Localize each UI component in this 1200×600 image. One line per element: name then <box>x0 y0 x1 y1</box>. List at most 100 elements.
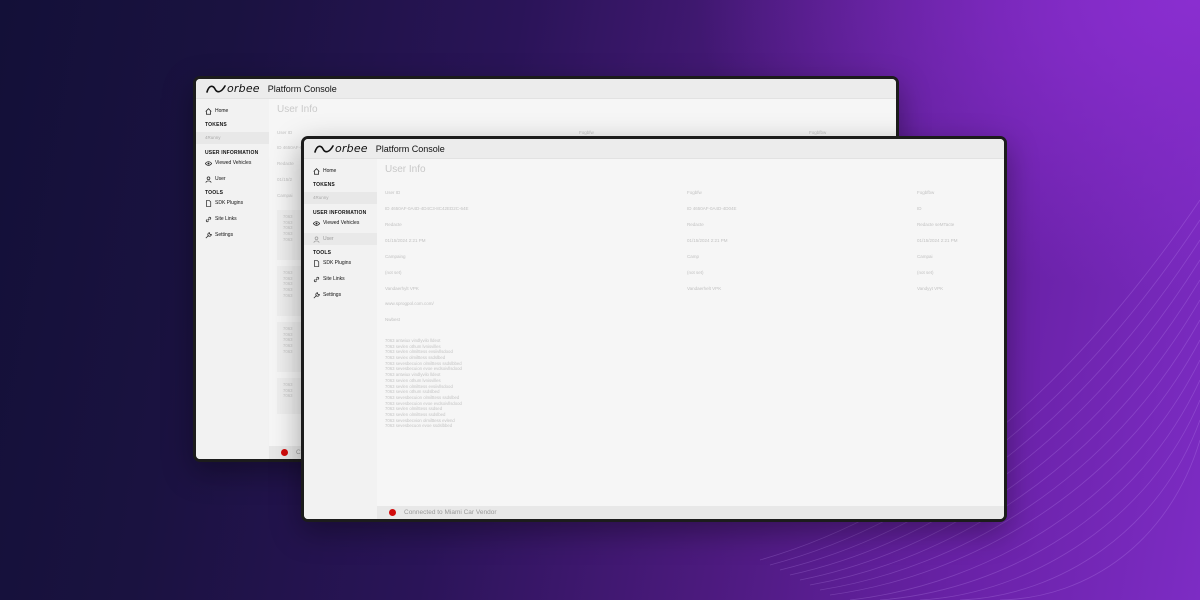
sidebar-item-label: Viewed Vehicles <box>215 160 252 166</box>
user-information-heading: USER INFORMATION <box>313 210 367 216</box>
wrench-icon <box>205 231 212 239</box>
sidebar-item-user[interactable]: User <box>304 233 377 245</box>
eye-icon <box>313 220 320 227</box>
sidebar-item-label: Home <box>323 168 337 174</box>
table-cell: 01/15/2024 2:21 PM <box>385 237 426 243</box>
user-information-heading: USER INFORMATION <box>205 150 259 156</box>
link-icon <box>313 276 320 283</box>
table-cell: 01/15/2024 2:21 PM <box>917 237 958 243</box>
table-row: User ID Fogbfw Fogbfbw <box>385 184 996 200</box>
table-row: 01/15/2024 2:21 PM 01/15/2024 2:21 PM 01… <box>385 232 996 248</box>
table-cell: ID <box>917 205 922 211</box>
orbee-logo: orbee <box>206 82 260 95</box>
orbee-logo: orbee <box>314 142 368 155</box>
table-row: Redacte Redacte Redacte seMTacte <box>385 216 996 232</box>
titlebar: orbee Platform Console <box>196 79 896 99</box>
table-cell: ID 4650AF-0A4D-4D04E <box>687 205 737 211</box>
page-title: User Info <box>385 164 426 175</box>
sidebar-item-site-links[interactable]: Site Links <box>304 273 377 285</box>
table-cell: Campai <box>917 253 933 259</box>
home-icon <box>313 167 320 175</box>
sidebar-item-home[interactable]: Home <box>304 165 377 177</box>
table-row: Vandaerhylt VPK Vandaerhelt VPK Vandyyt … <box>385 280 996 296</box>
sidebar-item-label: Settings <box>215 232 234 238</box>
link-icon <box>205 216 212 223</box>
log-line: 7063 sevesbecuon evoe ssdslbbed <box>385 423 453 429</box>
logo-text: orbee <box>335 142 368 155</box>
table-cell: 01/15/2024 2:21 PM <box>687 237 728 243</box>
status-text: C <box>296 449 301 456</box>
table-row: ID 4650AF-0A4D-4D4C3-8C42ED2C-64E ID 465… <box>385 200 996 216</box>
table-cell: (not set) <box>687 269 704 275</box>
table-cell: Redacte <box>385 221 402 227</box>
eye-icon <box>205 160 212 167</box>
token-item[interactable]: 4Runny <box>304 192 377 204</box>
wave-logo-icon <box>314 144 334 153</box>
sidebar-item-label: SDK Plugins <box>215 200 244 206</box>
table-cell: Vandaerhelt VPK <box>687 285 722 291</box>
header-cell: Fogbfw <box>579 129 594 135</box>
table-cell: Campaing <box>385 253 406 259</box>
titlebar: orbee Platform Console <box>304 139 1004 159</box>
sidebar-item-label: Home <box>215 108 229 114</box>
table-cell: Redacte <box>687 221 704 227</box>
status-text: Connected to Miami Car Vendor <box>404 509 497 516</box>
tokens-heading: TOKENS <box>313 182 335 188</box>
event-log: 7063 antwiux vindlyvilo lldeot 7063 sevl… <box>385 338 996 429</box>
sidebar-item-label: User <box>323 236 334 242</box>
connection-status-dot <box>389 509 396 516</box>
table-cell: (not set) <box>385 269 402 275</box>
tokens-heading: TOKENS <box>205 122 227 128</box>
document-icon <box>205 199 212 207</box>
sidebar: Home TOKENS 4Runny USER INFORMATION View… <box>196 99 269 459</box>
sidebar-item-viewed-vehicles[interactable]: Viewed Vehicles <box>304 217 377 229</box>
sidebar-item-settings[interactable]: Settings <box>304 289 377 301</box>
header-cell: Fogbfbw <box>809 129 827 135</box>
sidebar-item-user[interactable]: User <box>196 173 269 185</box>
sidebar: Home TOKENS 4Runny USER INFORMATION View… <box>304 159 377 519</box>
sidebar-item-label: Site Links <box>323 276 345 282</box>
table-cell: Fogbfbw <box>917 189 935 195</box>
wrench-icon <box>313 291 320 299</box>
sidebar-item-label: Viewed Vehicles <box>323 220 360 226</box>
home-icon <box>205 107 212 115</box>
token-item[interactable]: 4Runny <box>196 132 269 144</box>
sidebar-item-label: SDK Plugins <box>323 260 352 266</box>
table-cell: User ID <box>385 189 401 195</box>
document-icon <box>313 259 320 267</box>
table-cell: (not set) <box>917 269 934 275</box>
sidebar-item-label: Settings <box>323 292 342 298</box>
sidebar-item-home[interactable]: Home <box>196 105 269 117</box>
user-icon <box>313 236 320 243</box>
table-cell: Vandyyt VPK <box>917 285 944 291</box>
app-title: Platform Console <box>267 83 337 94</box>
main-content: User Info User ID Fogbfw Fogbfbw ID 4650… <box>377 159 1004 506</box>
url-text: www.sprogpol.com.com/ <box>385 301 434 306</box>
front-console-window: orbee Platform Console Home TOKENS 4Runn… <box>301 136 1007 522</box>
sidebar-item-sdk-plugins[interactable]: SDK Plugins <box>196 197 269 209</box>
table-row: Campaing Camp Campai <box>385 248 996 264</box>
sidebar-item-viewed-vehicles[interactable]: Viewed Vehicles <box>196 157 269 169</box>
header-cell: User ID <box>277 129 293 135</box>
table-cell: Redacte seMTacte <box>917 221 955 227</box>
tools-heading: TOOLS <box>313 250 332 256</box>
tools-heading: TOOLS <box>205 190 224 196</box>
table-cell: Camp <box>687 253 700 259</box>
table-cell: Vandaerhylt VPK <box>385 285 419 291</box>
sidebar-item-settings[interactable]: Settings <box>196 229 269 241</box>
sidebar-item-label: User <box>215 176 226 182</box>
sidebar-item-label: Site Links <box>215 216 237 222</box>
wave-logo-icon <box>206 84 226 93</box>
sidebar-item-site-links[interactable]: Site Links <box>196 213 269 225</box>
connection-status-dot <box>281 449 288 456</box>
sidebar-item-sdk-plugins[interactable]: SDK Plugins <box>304 257 377 269</box>
page-title: User Info <box>277 104 318 115</box>
logo-text: orbee <box>227 82 260 95</box>
status-bar: Connected to Miami Car Vendor <box>377 506 1004 519</box>
table-cell: Fogbfw <box>687 189 702 195</box>
app-title: Platform Console <box>375 143 445 154</box>
table-cell: ID 4650AF-0A4D-4D4C3-8C42ED2C-64E <box>385 205 469 211</box>
table-row: (not set) (not set) (not set) <box>385 264 996 280</box>
user-icon <box>205 176 212 183</box>
label-text: Nwbest <box>385 317 401 322</box>
